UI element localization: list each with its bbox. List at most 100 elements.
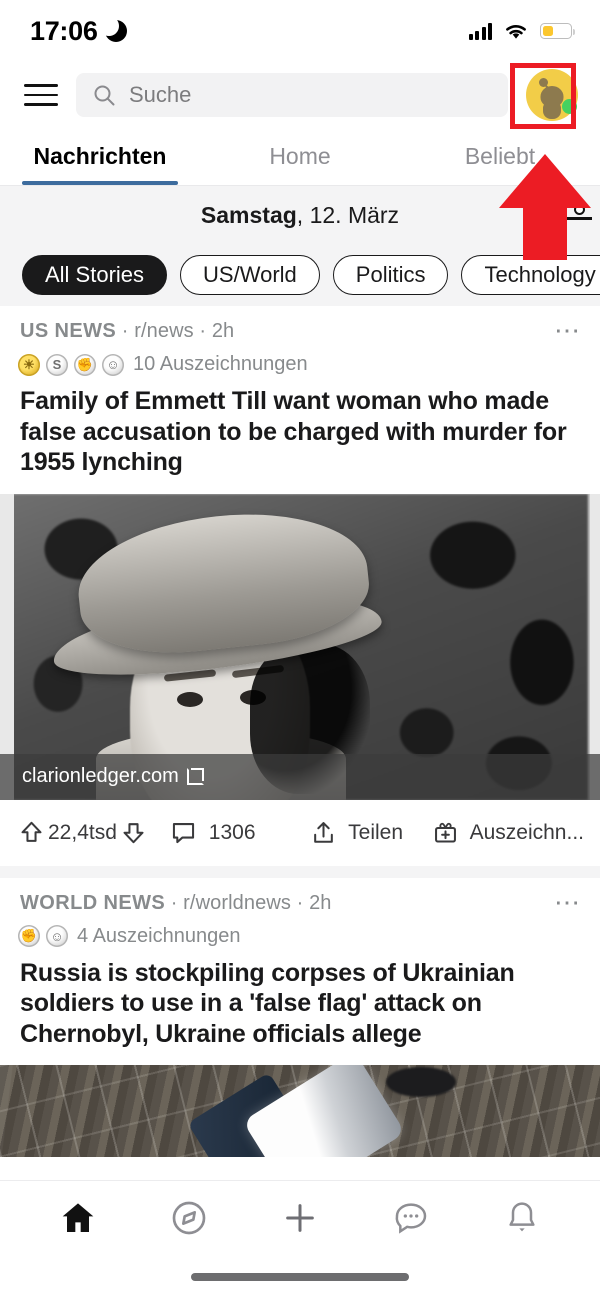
chip-label: US/World: [203, 262, 297, 287]
tab-label: Home: [269, 143, 331, 169]
give-award-icon: [432, 819, 459, 846]
nav-home[interactable]: [55, 1195, 101, 1241]
bell-icon: [509, 1202, 535, 1232]
awards-count-label: 4 Auszeichnungen: [77, 924, 241, 947]
post-awards[interactable]: ☀ S ✊ ☺ 10 Auszeichnungen: [0, 343, 600, 376]
post-media[interactable]: clarionledger.com: [0, 493, 600, 800]
post-image[interactable]: [0, 1065, 600, 1157]
slider-settings-icon[interactable]: [566, 202, 596, 228]
tab-label: Nachrichten: [33, 143, 167, 169]
downvote-arrow-icon[interactable]: [120, 819, 147, 846]
status-bar-left: 17:06: [30, 16, 127, 47]
hamburger-menu-icon[interactable]: [24, 84, 58, 106]
chip-all-stories[interactable]: All Stories: [22, 255, 168, 295]
post-card[interactable]: US NEWS · r/news · 2h ⋯ ☀ S ✊ ☺ 10 Ausze…: [0, 306, 600, 866]
post-awards[interactable]: ✊ ☺ 4 Auszeichnungen: [0, 915, 600, 948]
nav-notifications[interactable]: [499, 1195, 545, 1241]
chip-label: All Stories: [45, 262, 145, 287]
post-header: US NEWS · r/news · 2h ⋯: [0, 317, 600, 343]
comment-group[interactable]: 1306: [170, 819, 310, 846]
more-options-icon[interactable]: ⋯: [554, 317, 582, 343]
meta-sep: ·: [290, 891, 310, 914]
post-action-bar: 22,4tsd 1306 Teilen Auszeichn...: [0, 800, 600, 866]
award-group[interactable]: Auszeichn...: [432, 819, 584, 846]
cellular-signal-icon: [468, 22, 492, 40]
post-subreddit[interactable]: r/worldnews: [183, 892, 291, 914]
bottom-navigation-bar: [0, 1180, 600, 1298]
chip-us-world[interactable]: US/World: [180, 255, 320, 295]
external-link-icon: [186, 768, 204, 785]
chat-bubble-icon: [395, 1203, 427, 1234]
battery-low-power-icon: [540, 23, 575, 39]
status-bar: 17:06: [0, 0, 600, 62]
meta-sep: ·: [116, 320, 135, 342]
home-icon: [62, 1203, 93, 1232]
comment-bubble-icon: [170, 819, 197, 846]
post-subreddit[interactable]: r/news: [134, 320, 194, 342]
upvote-arrow-icon[interactable]: [18, 819, 45, 846]
award-label: Auszeichn...: [469, 820, 584, 844]
post-title[interactable]: Family of Emmett Till want woman who mad…: [0, 376, 600, 478]
share-icon: [310, 819, 337, 846]
current-date: Samstag, 12. März: [201, 202, 399, 229]
date-weekday: Samstag: [200, 201, 297, 228]
post-age: 2h: [211, 320, 235, 342]
tab-label: Beliebt: [464, 143, 536, 169]
tab-bar: Nachrichten Home Beliebt: [0, 128, 600, 186]
search-placeholder: Suche: [129, 82, 192, 107]
wholesome-award-icon: ☺: [46, 925, 68, 947]
snoo-body-icon: [543, 102, 561, 119]
home-indicator: [191, 1273, 409, 1281]
comment-count: 1306: [208, 820, 256, 844]
post-category: WORLD NEWS: [20, 891, 166, 914]
share-label: Teilen: [348, 820, 404, 844]
date-rest: , 12. März: [296, 201, 400, 228]
awards-count-label: 10 Auszeichnungen: [133, 353, 308, 375]
tab-beliebt[interactable]: Beliebt: [400, 128, 600, 185]
bottom-nav-items: [0, 1181, 600, 1255]
post-separator: [0, 865, 600, 878]
more-options-icon[interactable]: ⋯: [554, 889, 582, 915]
chip-label: Technology: [484, 262, 596, 287]
moon-icon: [98, 16, 127, 42]
post-age: 2h: [309, 891, 332, 914]
date-row: Samstag, 12. März: [0, 186, 600, 244]
helpful-award-icon: ✊: [18, 925, 40, 947]
post-card[interactable]: WORLD NEWS · r/worldnews · 2h ⋯ ✊ ☺ 4 Au…: [0, 877, 600, 1157]
silver-s-award-icon: S: [46, 353, 68, 376]
chip-politics[interactable]: Politics: [332, 255, 449, 295]
nav-create[interactable]: [277, 1195, 323, 1241]
chip-technology[interactable]: Technology: [461, 255, 600, 295]
avatar[interactable]: [526, 69, 578, 121]
post-image[interactable]: clarionledger.com: [0, 493, 600, 800]
post-meta: US NEWS · r/news · 2h: [20, 320, 234, 343]
share-group[interactable]: Teilen: [310, 819, 431, 846]
status-time: 17:06: [30, 15, 98, 46]
snoo-antenna-icon: [539, 78, 548, 87]
tab-home[interactable]: Home: [200, 128, 400, 185]
app-screen: 17:06 Suche Nachrichten Home Beliebt Sam…: [0, 0, 600, 1298]
category-chip-row[interactable]: All Stories US/World Politics Technology: [0, 244, 600, 306]
post-category: US NEWS: [20, 320, 117, 342]
post-meta: WORLD NEWS · r/worldnews · 2h: [20, 892, 332, 915]
search-input[interactable]: Suche: [76, 73, 508, 117]
compass-icon: [172, 1201, 206, 1235]
status-bar-right: [468, 22, 575, 41]
nav-chat[interactable]: [388, 1195, 434, 1241]
meta-sep: ·: [165, 891, 184, 914]
meta-sep: ·: [193, 320, 212, 342]
post-title[interactable]: Russia is stockpiling corpses of Ukraini…: [0, 948, 600, 1050]
top-bar: Suche: [0, 62, 600, 128]
source-domain: clarionledger.com: [22, 765, 179, 787]
post-media[interactable]: [0, 1065, 600, 1157]
online-status-dot: [562, 99, 577, 114]
vote-score: 22,4tsd: [48, 820, 117, 844]
helpful-award-icon: ✊: [74, 353, 96, 376]
tab-nachrichten[interactable]: Nachrichten: [0, 128, 200, 185]
nav-discover[interactable]: [166, 1195, 212, 1241]
plus-icon: [286, 1204, 314, 1232]
vote-group[interactable]: 22,4tsd: [18, 819, 170, 846]
source-domain-chip[interactable]: clarionledger.com: [0, 753, 600, 800]
post-feed: US NEWS · r/news · 2h ⋯ ☀ S ✊ ☺ 10 Ausze…: [0, 306, 600, 1157]
wholesome-award-icon: ☺: [102, 353, 124, 376]
